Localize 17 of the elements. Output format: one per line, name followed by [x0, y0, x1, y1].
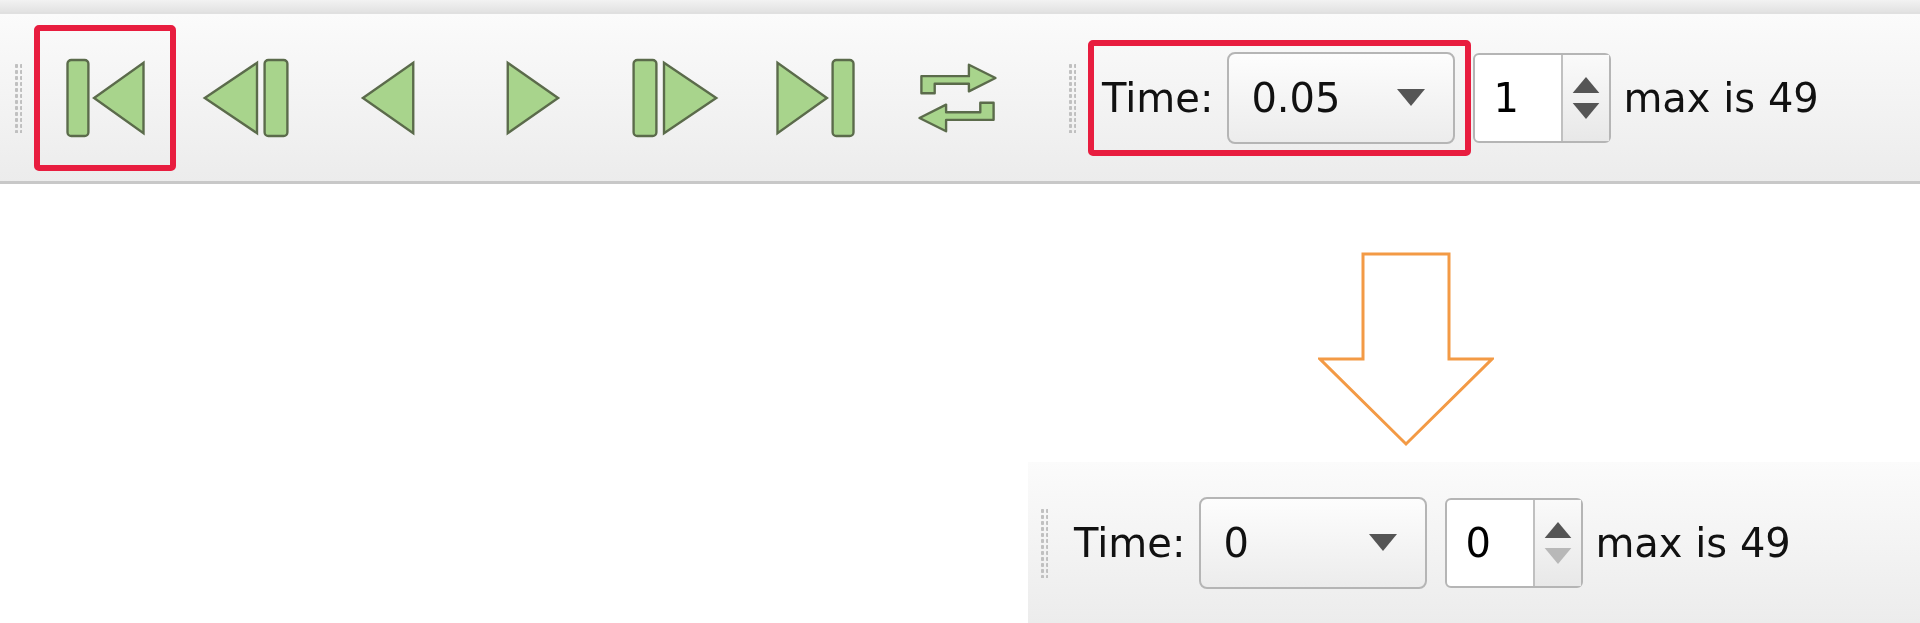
toolbar-grip[interactable]: [14, 62, 22, 133]
time-dropdown[interactable]: 0: [1199, 496, 1428, 589]
caret-icon: [1369, 534, 1398, 551]
decrement-arrow-icon[interactable]: [1572, 102, 1601, 119]
frame-spinner[interactable]: 0: [1445, 497, 1584, 588]
increment-arrow-icon[interactable]: [1544, 521, 1573, 538]
frame-spinner[interactable]: 1: [1473, 52, 1612, 143]
caret-icon: [1397, 89, 1426, 106]
toolbar-grip[interactable]: [1040, 507, 1048, 578]
time-label: Time:: [1102, 74, 1214, 121]
time-label: Time:: [1074, 519, 1186, 566]
increment-arrow-icon[interactable]: [1572, 76, 1601, 93]
max-label: max is 49: [1623, 74, 1819, 121]
first-frame-button[interactable]: [34, 24, 176, 171]
max-label: max is 49: [1595, 519, 1791, 566]
time-dropdown[interactable]: 0.05: [1227, 51, 1456, 144]
toolbar-grip[interactable]: [1068, 62, 1076, 133]
